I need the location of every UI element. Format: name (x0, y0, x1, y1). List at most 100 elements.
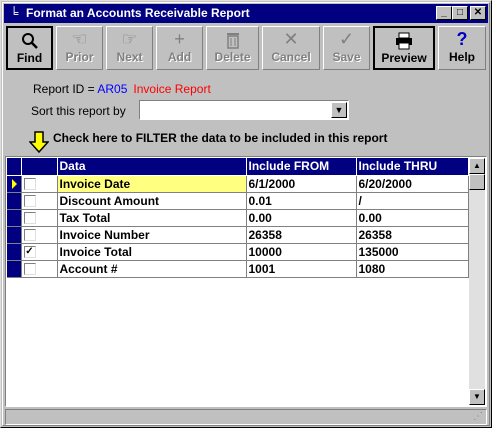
sort-label: Sort this report by (31, 104, 126, 118)
help-label: Help (448, 50, 475, 64)
include-thru-cell[interactable]: 26358 (356, 226, 469, 244)
report-id-label: Report ID = (33, 82, 98, 96)
include-thru-cell[interactable]: 0.00 (356, 209, 469, 227)
include-from-cell[interactable]: 1001 (246, 260, 357, 278)
filter-hint-text: Check here to FILTER the data to be incl… (53, 131, 388, 145)
table-row[interactable]: ✓ Invoice Total 10000 135000 (7, 243, 469, 261)
filter-checkbox[interactable] (23, 229, 36, 242)
toolbar: Find ☜ Prior ☞ Next + Add Delete ✕ Cance… (6, 26, 488, 71)
table-row[interactable]: Invoice Number 26358 26358 (7, 226, 469, 244)
printer-icon (375, 28, 433, 52)
add-button[interactable]: + Add (156, 26, 203, 70)
include-from-cell[interactable]: 10000 (246, 243, 357, 261)
include-from-cell[interactable]: 26358 (246, 226, 357, 244)
sort-by-dropdown[interactable]: ▼ (139, 100, 349, 120)
include-from-cell[interactable]: 0.00 (246, 209, 357, 227)
next-label: Next (116, 50, 143, 64)
data-field-cell[interactable]: Tax Total (57, 209, 247, 227)
vertical-scrollbar[interactable]: ▲ ▼ (469, 158, 485, 405)
add-label: Add (167, 50, 192, 64)
system-menu-icon[interactable]: ╘ (6, 5, 22, 21)
data-field-cell[interactable]: Invoice Total (57, 243, 247, 261)
filter-checkbox-cell: ✓ (21, 243, 58, 261)
title-bar[interactable]: ╘ Format an Accounts Receivable Report _… (4, 4, 488, 23)
data-field-cell[interactable]: Account # (57, 260, 247, 278)
table-row[interactable]: Tax Total 0.00 0.00 (7, 209, 469, 227)
row-selector[interactable] (7, 175, 22, 193)
empty-row (7, 277, 468, 294)
preview-label: Preview (381, 51, 427, 65)
save-label: Save (332, 50, 361, 64)
cancel-button[interactable]: ✕ Cancel (262, 26, 320, 70)
include-thru-cell[interactable]: / (356, 192, 469, 210)
trash-icon (207, 27, 258, 51)
column-header-data[interactable]: Data (57, 158, 247, 176)
resize-grip-icon[interactable]: ⋰ (473, 411, 485, 423)
checkmark-icon: ✓ (338, 29, 355, 49)
scroll-down-icon[interactable]: ▼ (469, 389, 485, 405)
help-button[interactable]: ? Help (438, 26, 486, 70)
include-thru-cell[interactable]: 6/20/2000 (356, 175, 469, 193)
prior-label: Prior (65, 50, 94, 64)
report-id-line: Report ID = AR05 Invoice Report (33, 82, 211, 96)
include-thru-cell[interactable]: 135000 (356, 243, 469, 261)
filter-checkbox[interactable] (23, 212, 36, 225)
include-from-cell[interactable]: 6/1/2000 (246, 175, 357, 193)
empty-row (7, 311, 468, 328)
current-row-pointer-icon (12, 178, 17, 189)
find-button[interactable]: Find (6, 26, 53, 70)
header-checkbox (21, 158, 58, 176)
data-field-cell[interactable]: Discount Amount (57, 192, 247, 210)
close-button[interactable]: ✕ (470, 6, 486, 20)
filter-checkbox[interactable] (23, 195, 36, 208)
row-selector[interactable] (7, 243, 22, 261)
status-bar: ⋰ (5, 409, 487, 425)
plus-icon: + (174, 29, 185, 49)
row-selector[interactable] (7, 260, 22, 278)
pointing-hand-right-icon: ☞ (121, 29, 138, 49)
maximize-button[interactable]: □ (452, 6, 468, 20)
save-button[interactable]: ✓ Save (323, 26, 370, 70)
filter-checkbox[interactable] (23, 263, 36, 276)
delete-label: Delete (214, 50, 251, 64)
table-row[interactable]: Account #1001 1080 (7, 260, 469, 278)
table-row[interactable]: Invoice Date 6/1/2000 6/20/2000 (7, 175, 469, 193)
header-row: Data Include FROM Include THRU (7, 158, 469, 176)
filter-grid: Data Include FROM Include THRU Invoice D… (5, 156, 487, 407)
next-button[interactable]: ☞ Next (106, 26, 153, 70)
down-arrow-icon (29, 131, 49, 154)
scroll-thumb[interactable] (469, 174, 485, 190)
empty-row (7, 294, 468, 311)
minimize-icon: _ (441, 7, 447, 18)
find-label: Find (16, 51, 43, 65)
filter-checkbox[interactable] (23, 178, 36, 191)
filter-checkbox-cell (21, 192, 58, 210)
scroll-up-icon[interactable]: ▲ (469, 158, 485, 174)
report-id-value: AR05 (97, 82, 128, 96)
x-cancel-icon: ✕ (283, 29, 299, 49)
preview-button[interactable]: Preview (373, 26, 435, 70)
filter-checkbox[interactable]: ✓ (23, 246, 36, 259)
question-mark-icon: ? (456, 29, 468, 49)
report-format-window: ╘ Format an Accounts Receivable Report _… (0, 0, 492, 428)
filter-checkbox-cell (21, 175, 58, 193)
delete-button[interactable]: Delete (206, 26, 259, 70)
data-field-cell[interactable]: Invoice Number (57, 226, 247, 244)
prior-button[interactable]: ☜ Prior (56, 26, 103, 70)
include-thru-cell[interactable]: 1080 (356, 260, 469, 278)
magnifier-icon (8, 28, 51, 52)
column-header-from[interactable]: Include FROM (246, 158, 357, 176)
row-selector[interactable] (7, 209, 22, 227)
grid-body: Data Include FROM Include THRU Invoice D… (7, 158, 469, 405)
include-from-cell[interactable]: 0.01 (246, 192, 357, 210)
column-header-thru[interactable]: Include THRU (356, 158, 469, 176)
row-selector[interactable] (7, 192, 22, 210)
close-icon: ✕ (473, 7, 483, 18)
data-field-cell[interactable]: Invoice Date (57, 175, 247, 193)
empty-row (7, 328, 468, 345)
chevron-down-icon[interactable]: ▼ (331, 102, 347, 118)
row-selector[interactable] (7, 226, 22, 244)
cancel-label: Cancel (271, 50, 311, 64)
minimize-button[interactable]: _ (436, 6, 452, 20)
table-row[interactable]: Discount Amount 0.01/ (7, 192, 469, 210)
